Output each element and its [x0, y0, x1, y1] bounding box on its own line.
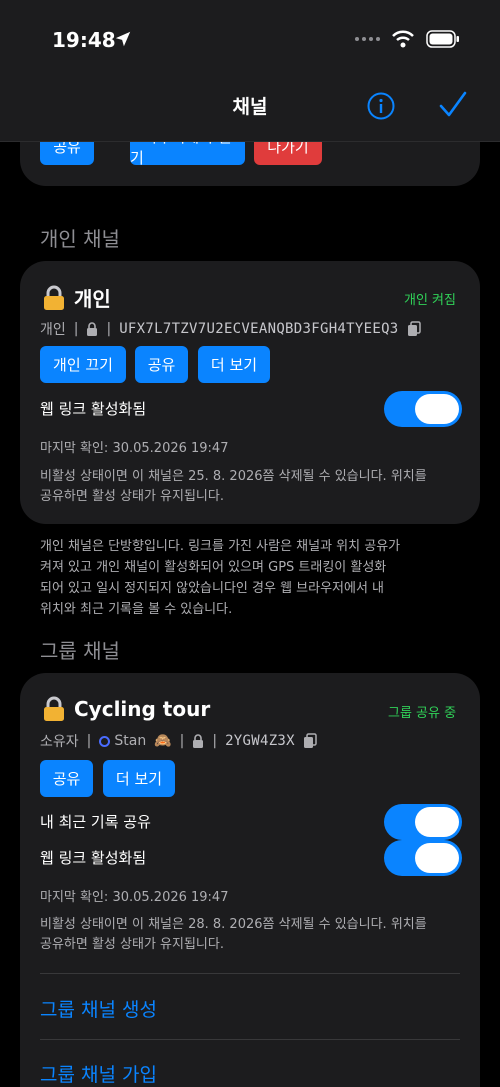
private-inactive-note-1: 비활성 상태이면 이 채널은 25. 8. 2026쯤 삭제될 수 있습니다. …	[40, 469, 427, 484]
group-web-link-row: 웹 링크 활성화됨	[40, 840, 462, 876]
web-link-toggle[interactable]	[384, 840, 462, 876]
footnote-line: 되어 있고 일시 정지되지 않았습니다인 경우 웹 브라우저에서 내	[40, 581, 385, 596]
footnote-line: 개인 채널은 단방향입니다. 링크를 가진 사람은 채널과 위치 공유가	[40, 539, 401, 554]
cellular-signal-icon	[355, 37, 380, 41]
group-inactive-note-1: 비활성 상태이면 이 채널은 28. 8. 2026쯤 삭제될 수 있습니다. …	[40, 917, 427, 932]
toggle-knob	[415, 807, 459, 837]
private-more-button[interactable]: 더 보기	[198, 346, 270, 383]
divider	[40, 973, 460, 974]
group-channel-title-row: Cycling tour	[42, 696, 210, 722]
web-link-label: 웹 링크 활성화됨	[40, 400, 147, 418]
divider	[40, 1039, 460, 1040]
owner-label: 소유자	[40, 734, 79, 750]
copy-icon[interactable]	[303, 733, 317, 749]
join-group-channel-link[interactable]: 그룹 채널 가입	[40, 1060, 157, 1087]
private-share-button[interactable]: 공유	[135, 346, 188, 383]
page-title: 채널	[232, 96, 268, 118]
share-history-toggle[interactable]	[384, 804, 462, 840]
group-last-check: 마지막 확인: 30.05.2026 19:47	[40, 890, 229, 905]
separator: |	[86, 733, 92, 749]
status-bar: 19:48	[0, 0, 500, 70]
checkmark-icon[interactable]	[438, 90, 468, 120]
group-status-badge: 그룹 공유 중	[388, 706, 457, 721]
channel-code: 2YGW4Z3X	[225, 733, 295, 749]
private-channel-title-row: 개인	[42, 283, 111, 312]
footnote-line: 켜져 있고 개인 채널이 활성화되어 있으며 GPS 트래킹이 활성화	[40, 560, 387, 575]
private-channel-meta: 개인 | | UFX7L7TZV7U2ECVEANQBD3FGH4TYEEQ3	[40, 319, 421, 339]
separator: |	[212, 733, 218, 749]
group-share-button[interactable]: 공유	[40, 760, 93, 797]
separator: |	[179, 733, 185, 749]
owner-emoji: 🙈	[154, 733, 172, 749]
wifi-icon	[392, 30, 414, 48]
lock-icon	[87, 322, 98, 336]
private-status-badge: 개인 켜짐	[404, 293, 456, 308]
private-channel-header: 개인 채널	[40, 227, 120, 251]
group-channel-title: Cycling tour	[74, 697, 211, 721]
share-history-label: 내 최근 기록 공유	[40, 813, 151, 831]
separator: |	[73, 321, 79, 337]
group-channel-header: 그룹 채널	[40, 639, 120, 663]
location-arrow-icon	[115, 31, 131, 47]
private-web-link-row: 웹 링크 활성화됨	[40, 391, 462, 427]
owner-name: Stan	[114, 733, 147, 749]
owner-color-dot	[99, 735, 111, 747]
padlock-icon	[44, 696, 64, 721]
private-last-check: 마지막 확인: 30.05.2026 19:47	[40, 441, 229, 456]
group-inactive-note-2: 공유하면 활성 상태가 유지됩니다.	[40, 937, 224, 952]
share-history-row: 내 최근 기록 공유	[40, 804, 462, 840]
status-time: 19:48	[52, 28, 116, 52]
lock-icon	[193, 734, 204, 748]
nav-bar: 채널	[0, 70, 500, 142]
status-indicators	[354, 30, 460, 48]
private-off-button[interactable]: 개인 끄기	[40, 346, 126, 383]
toggle-knob	[415, 843, 459, 873]
web-link-toggle[interactable]	[384, 391, 462, 427]
separator: |	[106, 321, 112, 337]
toggle-knob	[415, 394, 459, 424]
private-inactive-note-2: 공유하면 활성 상태가 유지됩니다.	[40, 489, 224, 504]
footnote-line: 위치와 최근 기록을 볼 수 있습니다.	[40, 602, 233, 617]
group-more-button[interactable]: 더 보기	[103, 760, 175, 797]
padlock-icon	[44, 285, 64, 310]
group-channel-meta: 소유자 | Stan 🙈 | | 2YGW4Z3X	[40, 731, 317, 751]
private-channel-footnote: 개인 채널은 단방향입니다. 링크를 가진 사람은 채널과 위치 공유가 켜져 …	[40, 536, 460, 620]
battery-icon	[426, 30, 459, 48]
owner-label: 개인	[40, 322, 66, 338]
private-channel-title: 개인	[74, 287, 111, 311]
channel-code: UFX7L7TZV7U2ECVEANQBD3FGH4TYEEQ3	[119, 321, 399, 337]
create-group-channel-link[interactable]: 그룹 채널 생성	[40, 995, 157, 1022]
web-link-label: 웹 링크 활성화됨	[40, 849, 147, 867]
copy-icon[interactable]	[407, 321, 421, 337]
info-icon[interactable]	[366, 91, 396, 121]
